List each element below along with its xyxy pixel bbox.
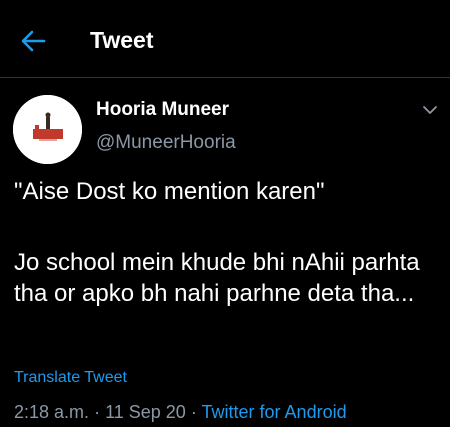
meta-separator: · [190,402,197,422]
tweet-date: 11 Sep 20 [105,402,186,422]
chevron-down-icon[interactable] [422,104,438,116]
page-title: Tweet [90,27,154,53]
tweet-text-line: Jo school mein khude bhi nAhii parhta th… [14,249,420,307]
tweet-text: "Aise Dost ko mention karen" Jo school m… [14,176,438,309]
tweet-text-line: "Aise Dost ko mention karen" [14,178,325,205]
avatar[interactable] [13,95,82,164]
avatar-image [13,95,82,164]
tweet-meta: 2:18 a.m. · 11 Sep 20 · Twitter for Andr… [14,402,347,423]
tweet-source-link[interactable]: Twitter for Android [202,402,347,422]
arrow-left-icon[interactable] [20,28,46,54]
author-name[interactable]: Hooria Muneer [96,99,229,121]
translate-tweet-link[interactable]: Translate Tweet [14,369,127,387]
author-handle[interactable]: @MuneerHooria [96,132,236,154]
tweet-time: 2:18 a.m. [14,402,90,422]
top-app-bar: Tweet [0,0,450,78]
meta-separator: · [94,402,101,422]
